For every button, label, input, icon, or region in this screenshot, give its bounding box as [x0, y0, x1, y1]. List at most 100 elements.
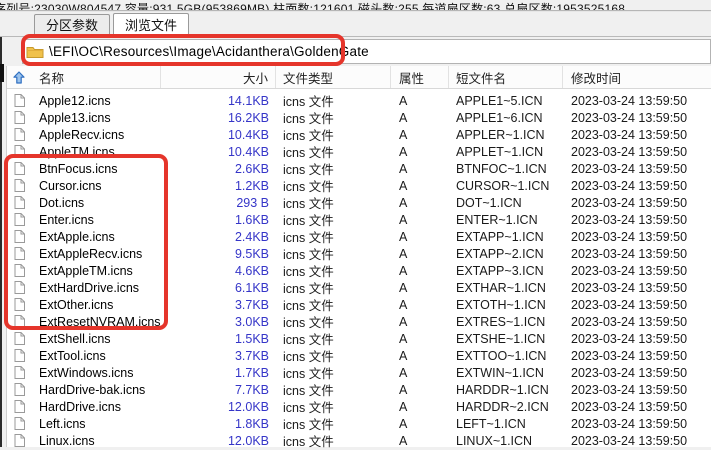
file-name: Apple12.icns — [31, 94, 161, 108]
file-type: icns 文件 — [276, 431, 391, 450]
table-row[interactable]: HardDrive.icns 12.0KB icns 文件 A HARDDR~2… — [7, 397, 711, 414]
file-size: 12.0KB — [161, 400, 276, 414]
file-icon — [14, 417, 25, 430]
file-attr: A — [391, 94, 449, 108]
file-shortname: APPLER~1.ICN — [449, 128, 563, 142]
table-row[interactable]: ExtWindows.icns 1.7KB icns 文件 A EXTWIN~1… — [7, 363, 711, 380]
file-size: 1.8KB — [161, 417, 276, 431]
file-name: BtnFocus.icns — [31, 162, 161, 176]
table-row[interactable]: ExtShell.icns 1.5KB icns 文件 A EXTSHE~1.I… — [7, 329, 711, 346]
file-size: 16.2KB — [161, 111, 276, 125]
column-header-size[interactable]: 大小 — [161, 66, 276, 88]
file-mtime: 2023-03-24 13:59:50 — [563, 349, 711, 363]
tab-frame-border — [0, 36, 711, 37]
file-icon — [14, 94, 25, 107]
file-attr: A — [391, 383, 449, 397]
file-name: ExtTool.icns — [31, 349, 161, 363]
file-attr: A — [391, 162, 449, 176]
table-row[interactable]: ExtTool.icns 3.7KB icns 文件 A EXTTOO~1.IC… — [7, 346, 711, 363]
file-size: 12.0KB — [161, 434, 276, 448]
file-size: 7.7KB — [161, 383, 276, 397]
file-size: 1.7KB — [161, 366, 276, 380]
file-name: ExtWindows.icns — [31, 366, 161, 380]
table-row[interactable]: Left.icns 1.8KB icns 文件 A LEFT~1.ICN 202… — [7, 414, 711, 431]
table-row[interactable]: AppleRecv.icns 10.4KB icns 文件 A APPLER~1… — [7, 125, 711, 142]
file-name: Linux.icns — [31, 434, 161, 448]
file-attr: A — [391, 332, 449, 346]
file-name: AppleRecv.icns — [31, 128, 161, 142]
folder-icon — [26, 45, 44, 59]
file-attr: A — [391, 434, 449, 448]
file-shortname: EXTHAR~1.ICN — [449, 281, 563, 295]
file-shortname: BTNFOC~1.ICN — [449, 162, 563, 176]
table-row[interactable]: Cursor.icns 1.2KB icns 文件 A CURSOR~1.ICN… — [7, 176, 711, 193]
tab-browse-files[interactable]: 浏览文件 — [113, 13, 189, 36]
file-shortname: EXTRES~1.ICN — [449, 315, 563, 329]
file-icon — [14, 332, 25, 345]
file-name: ExtResetNVRAM.icns — [31, 315, 161, 329]
table-header: 名称 大小 文件类型 属性 短文件名 修改时间 — [7, 66, 711, 89]
file-size: 6.1KB — [161, 281, 276, 295]
table-row[interactable]: Dot.icns 293 B icns 文件 A DOT~1.ICN 2023-… — [7, 193, 711, 210]
table-row[interactable]: Linux.icns 12.0KB icns 文件 A LINUX~1.ICN … — [7, 431, 711, 448]
file-mtime: 2023-03-24 13:59:50 — [563, 434, 711, 448]
table-row[interactable]: ExtHardDrive.icns 6.1KB icns 文件 A EXTHAR… — [7, 278, 711, 295]
file-mtime: 2023-03-24 13:59:50 — [563, 247, 711, 261]
sort-up-arrow-icon — [13, 71, 25, 84]
tab-partition-params[interactable]: 分区参数 — [34, 14, 110, 36]
column-header-attributes[interactable]: 属性 — [391, 66, 449, 88]
header-sort-cell[interactable] — [7, 66, 31, 88]
file-shortname: LINUX~1.ICN — [449, 434, 563, 448]
file-mtime: 2023-03-24 13:59:50 — [563, 213, 711, 227]
file-icon — [14, 196, 25, 209]
table-row[interactable]: AppleTM.icns 10.4KB icns 文件 A APPLET~1.I… — [7, 142, 711, 159]
file-icon — [14, 128, 25, 141]
file-name: ExtAppleTM.icns — [31, 264, 161, 278]
left-panel-fragment — [0, 64, 4, 82]
file-icon — [14, 383, 25, 396]
file-attr: A — [391, 417, 449, 431]
file-attr: A — [391, 213, 449, 227]
file-name: ExtHardDrive.icns — [31, 281, 161, 295]
file-icon — [14, 400, 25, 413]
file-mtime: 2023-03-24 13:59:50 — [563, 366, 711, 380]
column-header-modified-time[interactable]: 修改时间 — [563, 66, 711, 88]
column-header-filetype[interactable]: 文件类型 — [276, 66, 391, 88]
file-shortname: APPLET~1.ICN — [449, 145, 563, 159]
file-mtime: 2023-03-24 13:59:50 — [563, 230, 711, 244]
file-size: 2.6KB — [161, 162, 276, 176]
table-row[interactable]: Apple13.icns 16.2KB icns 文件 A APPLE1~6.I… — [7, 108, 711, 125]
column-header-shortname[interactable]: 短文件名 — [449, 66, 563, 88]
file-icon — [14, 145, 25, 158]
file-mtime: 2023-03-24 13:59:50 — [563, 111, 711, 125]
table-row[interactable]: ExtResetNVRAM.icns 3.0KB icns 文件 A EXTRE… — [7, 312, 711, 329]
file-shortname: LEFT~1.ICN — [449, 417, 563, 431]
table-row[interactable]: Apple12.icns 14.1KB icns 文件 A APPLE1~5.I… — [7, 91, 711, 108]
path-bar[interactable]: \EFI\OC\Resources\Image\Acidanthera\Gold… — [22, 39, 711, 64]
table-row[interactable]: ExtAppleTM.icns 4.6KB icns 文件 A EXTAPP~3… — [7, 261, 711, 278]
file-icon — [14, 162, 25, 175]
column-header-name[interactable]: 名称 — [31, 66, 161, 88]
file-name: ExtOther.icns — [31, 298, 161, 312]
file-shortname: APPLE1~6.ICN — [449, 111, 563, 125]
file-list: 名称 大小 文件类型 属性 短文件名 修改时间 Apple12.icns 14.… — [6, 66, 711, 447]
table-row[interactable]: BtnFocus.icns 2.6KB icns 文件 A BTNFOC~1.I… — [7, 159, 711, 176]
disk-info-bar: 序列号:23030W804547 容量:931.5GB(953869MB) 柱面… — [0, 0, 711, 10]
table-row[interactable]: HardDrive-bak.icns 7.7KB icns 文件 A HARDD… — [7, 380, 711, 397]
file-name: HardDrive.icns — [31, 400, 161, 414]
table-row[interactable]: ExtOther.icns 3.7KB icns 文件 A EXTOTH~1.I… — [7, 295, 711, 312]
table-row[interactable]: Enter.icns 1.6KB icns 文件 A ENTER~1.ICN 2… — [7, 210, 711, 227]
file-attr: A — [391, 145, 449, 159]
file-name: HardDrive-bak.icns — [31, 383, 161, 397]
table-row[interactable]: ExtApple.icns 2.4KB icns 文件 A EXTAPP~1.I… — [7, 227, 711, 244]
file-size: 293 B — [161, 196, 276, 210]
table-body: Apple12.icns 14.1KB icns 文件 A APPLE1~5.I… — [7, 89, 711, 448]
file-shortname: EXTSHE~1.ICN — [449, 332, 563, 346]
file-shortname: EXTAPP~2.ICN — [449, 247, 563, 261]
file-size: 9.5KB — [161, 247, 276, 261]
file-attr: A — [391, 247, 449, 261]
tab-bar: 分区参数 浏览文件 — [0, 12, 711, 36]
disk-info-text: 序列号:23030W804547 容量:931.5GB(953869MB) 柱面… — [0, 2, 625, 10]
file-mtime: 2023-03-24 13:59:50 — [563, 315, 711, 329]
table-row[interactable]: ExtAppleRecv.icns 9.5KB icns 文件 A EXTAPP… — [7, 244, 711, 261]
